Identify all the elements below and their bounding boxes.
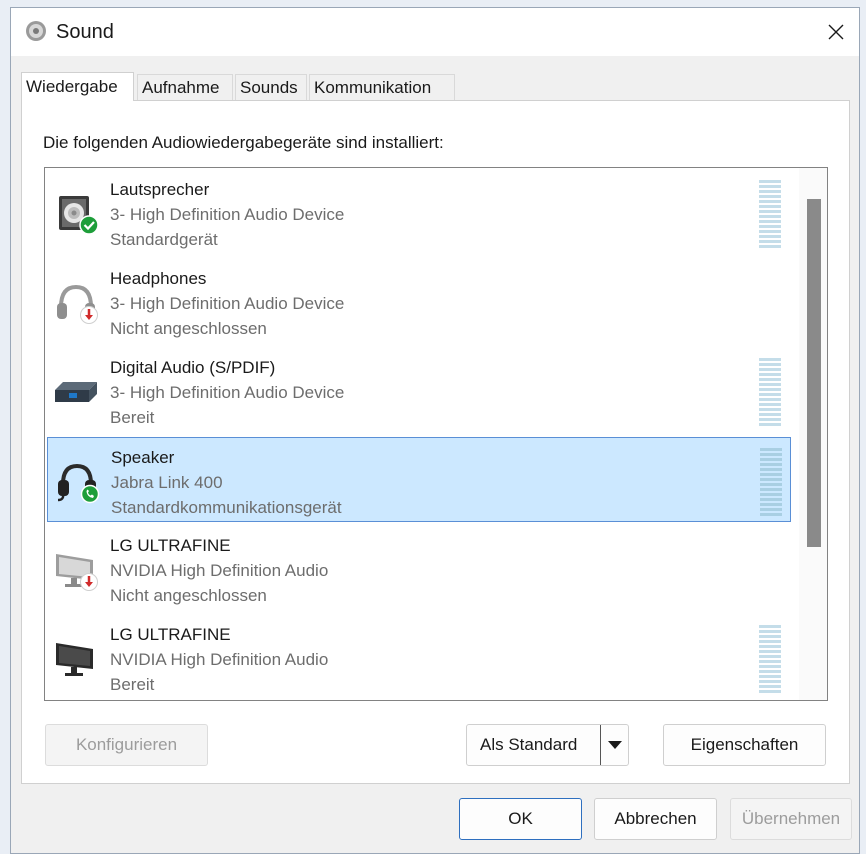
apply-button[interactable]: Übernehmen <box>730 798 852 840</box>
check-badge-icon <box>79 215 99 235</box>
window-title: Sound <box>56 21 114 43</box>
headset-icon <box>57 463 100 504</box>
title-bar: Sound <box>11 8 859 56</box>
device-name: LG ULTRAFINE <box>110 536 231 555</box>
device-name: LG ULTRAFINE <box>110 625 231 644</box>
device-description: 3- High Definition Audio Device <box>110 205 345 224</box>
device-description: 3- High Definition Audio Device <box>110 294 345 313</box>
speaker-icon <box>59 196 99 235</box>
device-description: 3- High Definition Audio Device <box>110 383 345 402</box>
device-item-lg-ultrafine-2[interactable]: LG ULTRAFINE NVIDIA High Definition Audi… <box>47 615 791 700</box>
device-item-speaker[interactable]: Speaker Jabra Link 400 Standardkommunika… <box>47 437 791 522</box>
device-item-headphones[interactable]: Headphones 3- High Definition Audio Devi… <box>47 259 791 344</box>
device-status: Nicht angeschlossen <box>110 586 267 605</box>
tab-sounds[interactable]: Sounds <box>235 74 307 100</box>
device-name: Speaker <box>111 448 175 467</box>
tab-aufnahme[interactable]: Aufnahme <box>137 74 233 100</box>
device-description: NVIDIA High Definition Audio <box>110 561 329 580</box>
device-description: NVIDIA High Definition Audio <box>110 650 329 669</box>
tab-wiedergabe[interactable]: Wiedergabe <box>21 72 134 101</box>
monitor-icon <box>56 643 93 676</box>
headphones-icon <box>57 284 98 324</box>
device-status: Standardkommunikationsgerät <box>111 498 342 517</box>
cancel-button[interactable]: Abbrechen <box>594 798 717 840</box>
device-item-lautsprecher[interactable]: Lautsprecher 3- High Definition Audio De… <box>47 170 791 255</box>
speaker-icon <box>26 21 46 41</box>
intro-text: Die folgenden Audiowiedergabegeräte sind… <box>43 133 444 152</box>
ok-button[interactable]: OK <box>459 798 582 840</box>
phone-badge-icon <box>80 484 100 504</box>
device-name: Digital Audio (S/PDIF) <box>110 358 276 377</box>
list-scrollbar[interactable] <box>799 168 827 700</box>
device-item-lg-ultrafine-1[interactable]: LG ULTRAFINE NVIDIA High Definition Audi… <box>47 526 791 611</box>
set-default-dropdown[interactable] <box>600 725 628 765</box>
chevron-down-icon <box>607 741 622 749</box>
digital-audio-icon <box>55 382 97 402</box>
close-button[interactable] <box>813 8 859 56</box>
configure-button[interactable]: Konfigurieren <box>45 724 208 766</box>
device-status: Bereit <box>110 675 155 694</box>
device-item-digital-audio[interactable]: Digital Audio (S/PDIF) 3- High Definitio… <box>47 348 791 433</box>
device-name: Lautsprecher <box>110 180 210 199</box>
device-description: Jabra Link 400 <box>111 473 223 492</box>
device-list[interactable]: Lautsprecher 3- High Definition Audio De… <box>44 167 828 701</box>
sound-dialog: Sound Wiedergabe Aufnahme Sounds Kommuni… <box>10 7 860 854</box>
level-meter <box>760 448 782 516</box>
level-meter <box>759 625 781 693</box>
scrollbar-thumb[interactable] <box>807 199 821 547</box>
device-status: Nicht angeschlossen <box>110 319 267 338</box>
level-meter <box>759 358 781 426</box>
unplugged-badge-icon <box>80 573 98 591</box>
tab-kommunikation[interactable]: Kommunikation <box>309 74 455 100</box>
close-icon <box>828 24 844 40</box>
unplugged-badge-icon <box>80 306 98 324</box>
monitor-icon <box>56 554 98 591</box>
device-name: Headphones <box>110 269 207 288</box>
level-meter <box>759 180 781 248</box>
properties-button[interactable]: Eigenschaften <box>663 724 826 766</box>
device-status: Standardgerät <box>110 230 218 249</box>
set-default-split-button[interactable]: Als Standard <box>466 724 629 766</box>
device-status: Bereit <box>110 408 155 427</box>
set-default-label: Als Standard <box>480 735 578 754</box>
